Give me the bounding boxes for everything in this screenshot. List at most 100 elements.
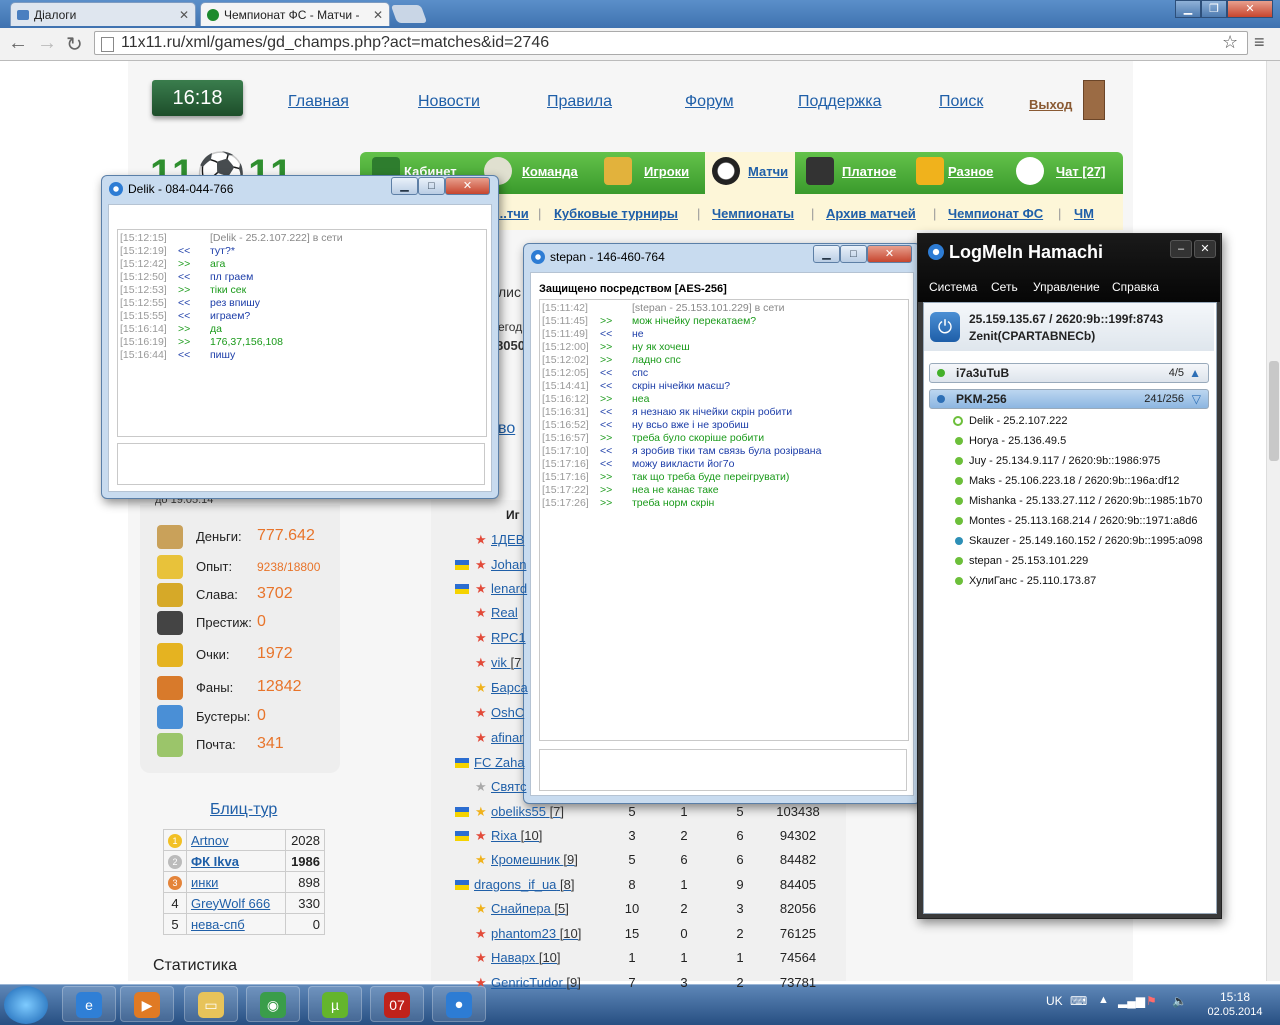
hamachi-minimize-button[interactable]: – bbox=[1170, 240, 1192, 258]
chrome-icon[interactable]: ◉ bbox=[246, 986, 300, 1022]
team-name-link[interactable]: инки bbox=[186, 871, 286, 893]
team-name-link[interactable]: Святс bbox=[491, 779, 527, 794]
team-name-link[interactable]: GenricTudor [9] bbox=[491, 975, 581, 990]
maximize-button[interactable]: ❐ bbox=[1201, 0, 1227, 18]
team-name[interactable]: obeliks55 bbox=[491, 804, 546, 819]
chat-window-titlebar[interactable]: Delik - 084-044-766 ▁ □ ✕ bbox=[102, 176, 498, 202]
nav-home-link[interactable]: Главная bbox=[288, 93, 349, 111]
peer-item[interactable]: Montes - 25.113.168.214 / 2620:9b::1971:… bbox=[955, 515, 1198, 527]
team-name[interactable]: Святс bbox=[491, 779, 527, 794]
team-name[interactable]: Снайпера bbox=[491, 901, 551, 916]
expand-arrow-icon[interactable]: ▽ bbox=[1192, 392, 1201, 406]
nav-forum-link[interactable]: Форум bbox=[685, 93, 734, 111]
network-pkm-256[interactable]: PKM-256 241/256 ▽ bbox=[929, 389, 1209, 409]
forward-icon[interactable]: → bbox=[37, 32, 57, 55]
nav-news-link[interactable]: Новости bbox=[418, 93, 480, 111]
team-name-link[interactable]: нева-спб bbox=[186, 913, 286, 935]
team-name-link[interactable]: Барса bbox=[491, 680, 528, 695]
team-name-link[interactable]: phantom23 [10] bbox=[491, 926, 581, 941]
team-name-link[interactable]: Наварх [10] bbox=[491, 950, 561, 965]
partial-link[interactable]: во bbox=[498, 420, 515, 438]
start-button[interactable] bbox=[4, 986, 48, 1024]
main-nav-misc[interactable]: Разное bbox=[948, 164, 993, 179]
team-name-link[interactable]: lenard bbox=[491, 581, 527, 596]
explorer-icon[interactable]: ▭ bbox=[184, 986, 238, 1022]
power-icon[interactable]: ⏻ bbox=[930, 312, 960, 342]
team-name-link[interactable]: vik [7 bbox=[491, 655, 521, 670]
team-name-link[interactable]: Johan bbox=[491, 557, 526, 572]
nav-rules-link[interactable]: Правила bbox=[547, 93, 612, 111]
team-name-link[interactable]: Rixa [10] bbox=[491, 828, 542, 843]
hamachi-menu-manage[interactable]: Управление bbox=[1033, 280, 1100, 294]
team-name[interactable]: Johan bbox=[491, 557, 526, 572]
peer-item[interactable]: Juy - 25.134.9.117 / 2620:9b::1986:975 bbox=[955, 455, 1160, 467]
logout-link[interactable]: Выход bbox=[1029, 97, 1072, 112]
team-name[interactable]: vik bbox=[491, 655, 507, 670]
team-name[interactable]: Real bbox=[491, 605, 518, 620]
team-name[interactable]: 1ДЕВ bbox=[491, 532, 524, 547]
hamachi-menu-help[interactable]: Справка bbox=[1112, 280, 1159, 294]
tab-champ-matches[interactable]: Чемпионат ФС - Матчи - ✕ bbox=[200, 2, 390, 26]
action-center-icon[interactable]: ⚑ bbox=[1146, 994, 1157, 1008]
peer-item[interactable]: Delik - 25.2.107.222 bbox=[953, 415, 1067, 427]
sub-nav-wc[interactable]: ЧМ bbox=[1074, 206, 1094, 221]
team-name[interactable]: FC Zaha bbox=[474, 755, 525, 770]
back-icon[interactable]: ← bbox=[8, 32, 28, 55]
team-name[interactable]: Барса bbox=[491, 680, 528, 695]
close-button[interactable]: ✕ bbox=[445, 177, 490, 195]
team-name-link[interactable]: GreyWolf 666 bbox=[186, 892, 286, 914]
language-indicator[interactable]: UK bbox=[1046, 994, 1063, 1008]
team-name[interactable]: Кромешник bbox=[491, 852, 560, 867]
team-name-link[interactable]: Real bbox=[491, 605, 518, 620]
address-bar[interactable]: 11x11.ru/xml/games/gd_champs.php?act=mat… bbox=[94, 31, 1248, 55]
sub-nav-matches[interactable]: ...тчи bbox=[496, 206, 529, 221]
team-name-link[interactable]: afinar bbox=[491, 730, 524, 745]
keyboard-icon[interactable]: ⌨ bbox=[1070, 994, 1087, 1008]
chat-window-titlebar[interactable]: stepan - 146-460-764 ▁ □ ✕ bbox=[524, 244, 920, 270]
collapse-arrow-icon[interactable]: ▲ bbox=[1189, 366, 1201, 380]
network-signal-icon[interactable]: ▂▄▆ bbox=[1118, 994, 1145, 1008]
chat-message-input[interactable] bbox=[117, 443, 485, 485]
sub-nav-cups[interactable]: Кубковые турниры bbox=[554, 206, 678, 221]
taskbar-clock-date[interactable]: 02.05.2014 bbox=[1200, 1006, 1270, 1018]
hamachi-menu-network[interactable]: Сеть bbox=[991, 280, 1018, 294]
team-name[interactable]: phantom23 bbox=[491, 926, 556, 941]
team-name-link[interactable]: obeliks55 [7] bbox=[491, 804, 564, 819]
network-i7a3utub[interactable]: i7a3uTuB 4/5 ▲ bbox=[929, 363, 1209, 383]
close-button[interactable]: ✕ bbox=[867, 245, 912, 263]
peer-item[interactable]: Skauzer - 25.149.160.152 / 2620:9b::1995… bbox=[955, 535, 1203, 547]
minimize-button[interactable]: ▁ bbox=[813, 245, 840, 263]
team-name[interactable]: Rixa bbox=[491, 828, 517, 843]
peer-item[interactable]: Maks - 25.106.223.18 / 2620:9b::196a:df1… bbox=[955, 475, 1179, 487]
team-name[interactable]: afinar bbox=[491, 730, 524, 745]
team-name-link[interactable]: OshC bbox=[491, 705, 524, 720]
sub-nav-championships[interactable]: Чемпионаты bbox=[712, 206, 794, 221]
taskbar-clock-time[interactable]: 15:18 bbox=[1200, 990, 1270, 1004]
main-nav-players[interactable]: Игроки bbox=[644, 164, 689, 179]
team-name-link[interactable]: ФК Ikva bbox=[186, 850, 286, 872]
utorrent-icon[interactable]: µ bbox=[308, 986, 362, 1022]
team-name-link[interactable]: dragons_if_ua [8] bbox=[474, 877, 575, 892]
hamachi-menu-system[interactable]: Система bbox=[929, 280, 977, 294]
sub-nav-archive[interactable]: Архив матчей bbox=[826, 206, 916, 221]
main-nav-matches[interactable]: Матчи bbox=[748, 164, 788, 179]
nav-support-link[interactable]: Поддержка bbox=[798, 93, 881, 111]
peer-item[interactable]: Mishanka - 25.133.27.112 / 2620:9b::1985… bbox=[955, 495, 1202, 507]
main-nav-team[interactable]: Команда bbox=[522, 164, 578, 179]
team-name-link[interactable]: Artnov bbox=[186, 829, 286, 851]
team-name[interactable]: OshC bbox=[491, 705, 524, 720]
tab-dialogs[interactable]: Діалоги ✕ bbox=[10, 2, 196, 26]
new-tab-button[interactable] bbox=[390, 5, 428, 23]
page-scrollbar[interactable] bbox=[1266, 61, 1280, 981]
team-name-link[interactable]: Кромешник [9] bbox=[491, 852, 578, 867]
minimize-button[interactable]: ▁ bbox=[1175, 0, 1201, 18]
maximize-button[interactable]: □ bbox=[418, 177, 445, 195]
main-nav-paid[interactable]: Платное bbox=[842, 164, 896, 179]
close-tab-icon[interactable]: ✕ bbox=[179, 8, 189, 22]
tray-arrow-icon[interactable]: ▲ bbox=[1098, 994, 1109, 1006]
sub-nav-fs-champ[interactable]: Чемпионат ФС bbox=[948, 206, 1043, 221]
close-tab-icon[interactable]: ✕ bbox=[373, 8, 383, 22]
team-name-link[interactable]: 1ДЕВ bbox=[491, 532, 524, 547]
hamachi-icon[interactable]: ⚫ bbox=[432, 986, 486, 1022]
menu-icon[interactable]: ≡ bbox=[1254, 32, 1265, 53]
